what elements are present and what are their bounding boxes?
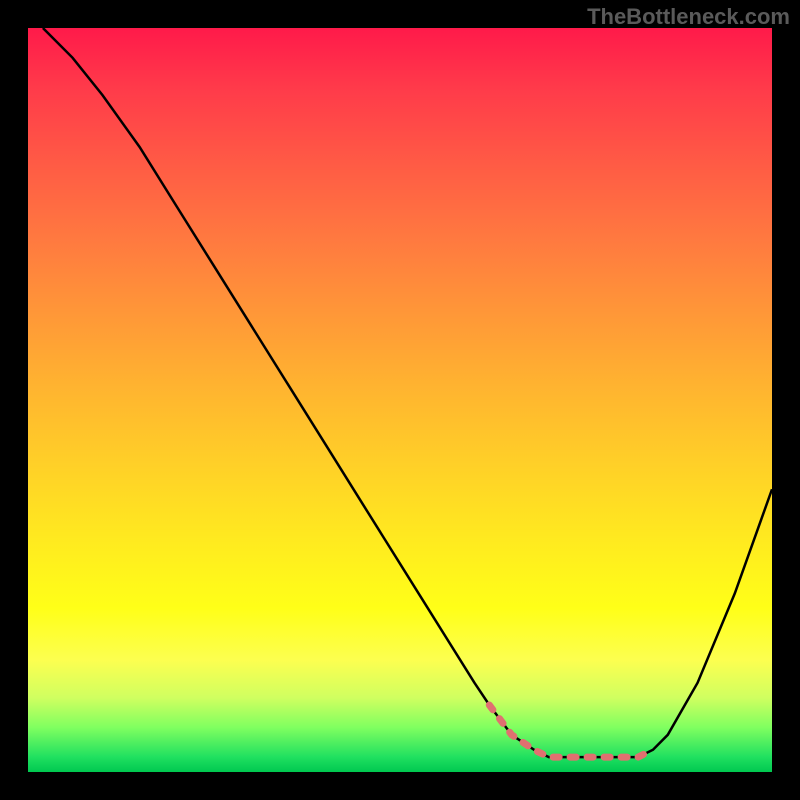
watermark-text: TheBottleneck.com xyxy=(587,4,790,30)
chart-plot-area xyxy=(28,28,772,772)
bottleneck-curve xyxy=(43,28,772,757)
curve-svg xyxy=(28,28,772,772)
optimal-zone-highlight xyxy=(489,705,653,757)
